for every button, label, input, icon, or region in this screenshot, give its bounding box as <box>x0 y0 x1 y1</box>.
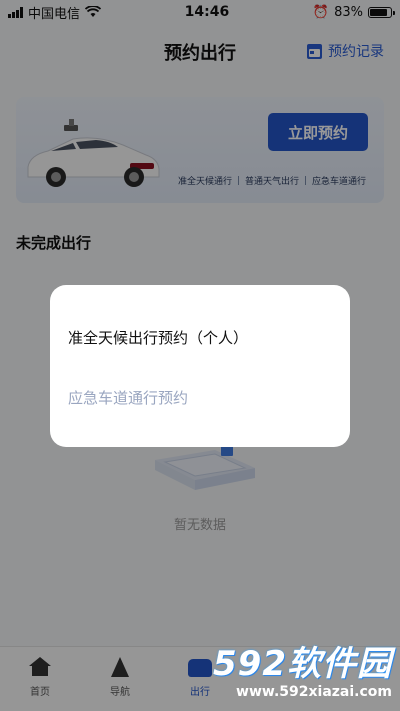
watermark-brand: 592软件园 <box>213 644 392 684</box>
all-weather-reservation-option[interactable]: 准全天候出行预约（个人） <box>68 327 248 348</box>
reservation-type-modal: 准全天候出行预约（个人） 应急车道通行预约 <box>50 285 350 447</box>
emergency-lane-reservation-option[interactable]: 应急车道通行预约 <box>68 387 188 408</box>
watermark: 592软件园 www.592xiazai.com <box>196 644 392 708</box>
watermark-url: www.592xiazai.com <box>236 684 392 700</box>
